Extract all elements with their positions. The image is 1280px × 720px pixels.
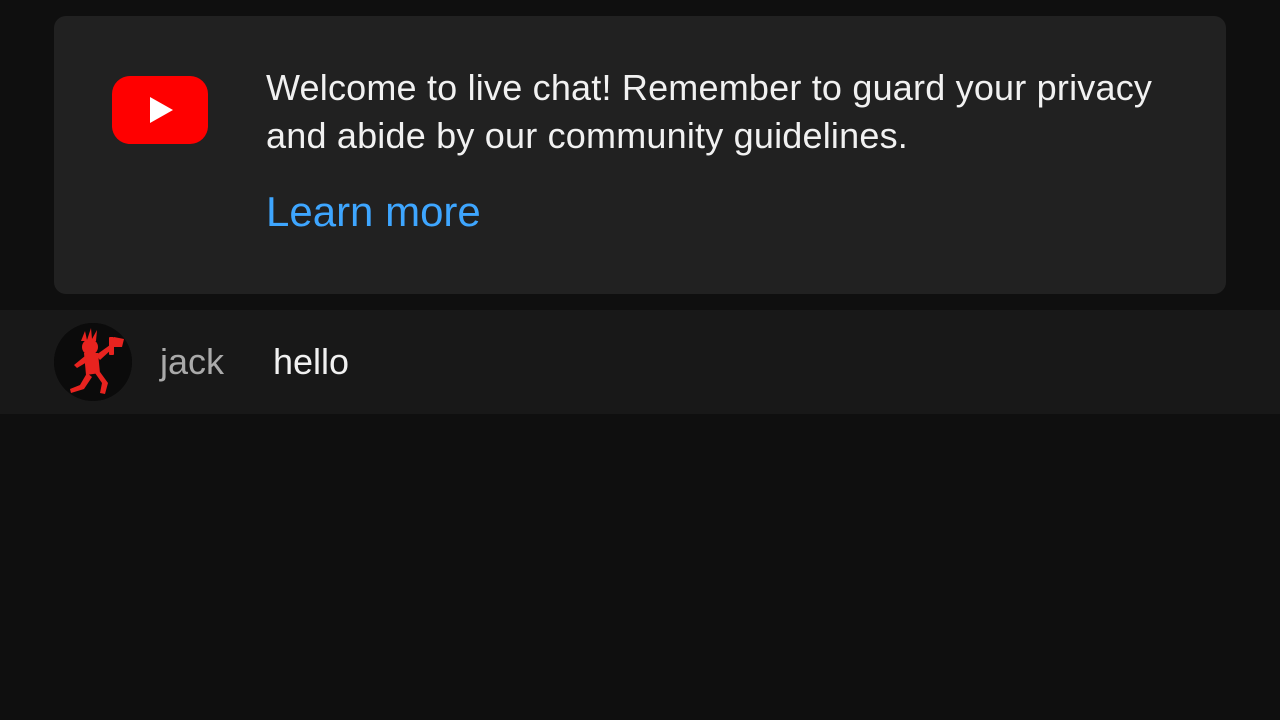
chat-message[interactable]: jack hello [0,310,1280,414]
hatchetman-avatar-icon [54,323,132,401]
youtube-play-icon [112,76,208,144]
live-chat: Welcome to live chat! Remember to guard … [0,0,1280,720]
welcome-banner: Welcome to live chat! Remember to guard … [54,16,1226,294]
author-avatar[interactable] [54,323,132,401]
welcome-message: Welcome to live chat! Remember to guard … [266,67,1153,156]
author-name[interactable]: jack [160,340,224,384]
learn-more-link[interactable]: Learn more [266,186,481,238]
message-text: hello [273,341,350,382]
